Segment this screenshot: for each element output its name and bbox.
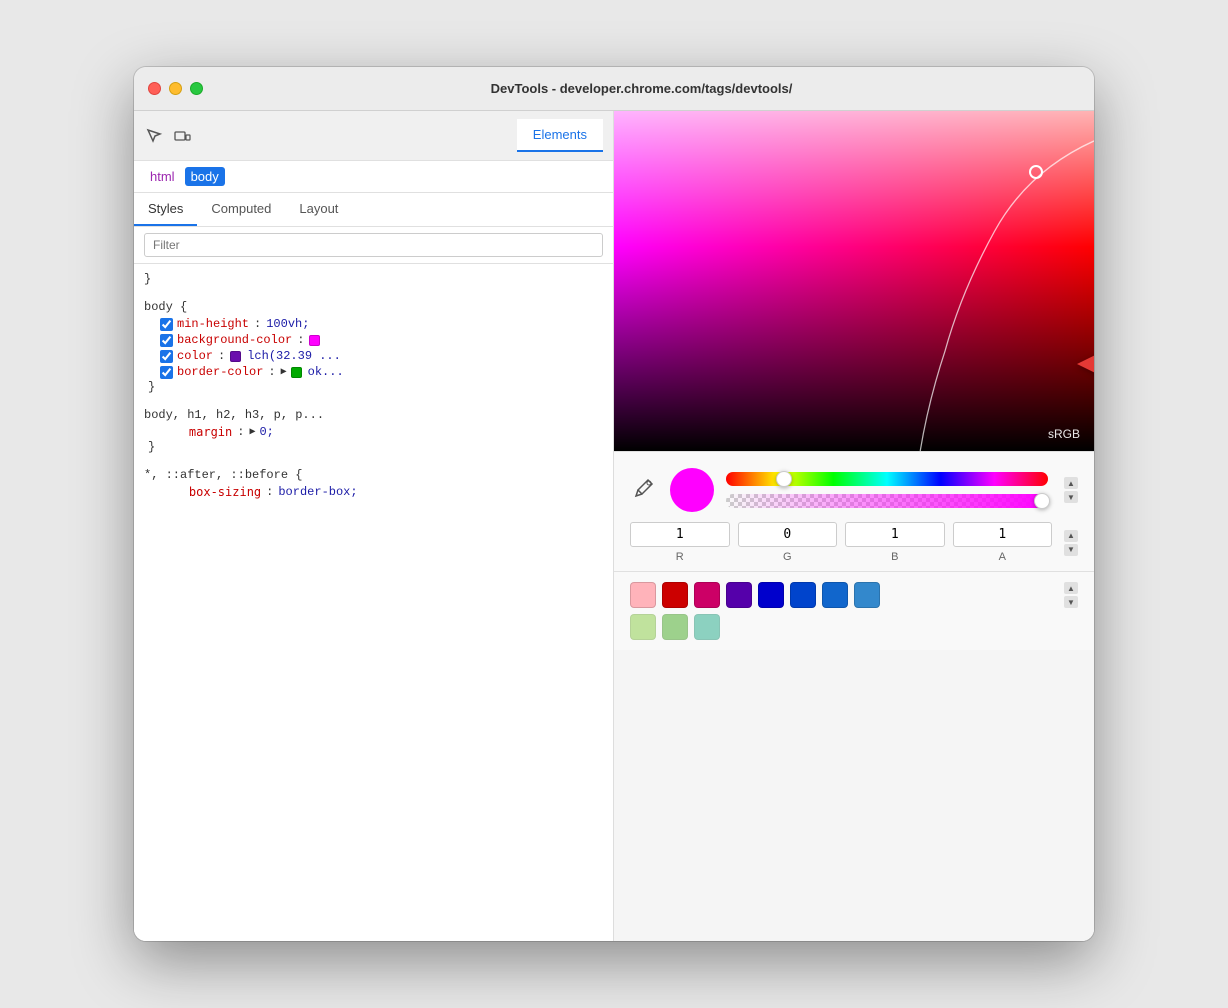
tab-computed[interactable]: Computed — [197, 193, 285, 226]
swatches-row: ▲ ▼ — [630, 582, 1078, 608]
swatch-row2-2[interactable] — [694, 614, 720, 640]
devtools-toolbar: Elements — [134, 111, 613, 161]
traffic-lights — [148, 82, 203, 95]
css-rule-headings-close: } — [144, 440, 603, 454]
left-panel: Elements html body Styles Computed Layou… — [134, 111, 614, 941]
hue-slider[interactable] — [726, 472, 1048, 486]
breadcrumb-html[interactable]: html — [144, 167, 181, 186]
alpha-slider-thumb[interactable] — [1034, 493, 1050, 509]
swatch-5[interactable] — [790, 582, 816, 608]
color-inputs-row: R G B A ▲ ▼ — [630, 522, 1078, 563]
swatch-row2-0[interactable] — [630, 614, 656, 640]
breadcrumb: html body — [134, 161, 613, 193]
devtools-body: Elements html body Styles Computed Layou… — [134, 111, 1094, 941]
css-property-box-sizing: box-sizing : border-box; — [144, 484, 603, 500]
css-property-min-height: min-height : 100vh; — [144, 316, 603, 332]
color-picker-panel: sRGB — [614, 111, 1094, 941]
color-swatches-section: ▲ ▼ — [614, 571, 1094, 650]
fullscreen-button[interactable] — [190, 82, 203, 95]
hue-slider-thumb[interactable] — [776, 471, 792, 487]
slider-spin-buttons: ▲ ▼ — [1064, 477, 1078, 503]
spectrum-gradient-overlay — [614, 111, 1094, 451]
eyedropper-button[interactable] — [630, 474, 658, 507]
color-spectrum[interactable]: sRGB — [614, 111, 1094, 451]
color-picker-main-row: ▲ ▼ — [630, 468, 1078, 512]
swatch-1[interactable] — [662, 582, 688, 608]
css-rule-body: body { min-height : 100vh; background-co… — [144, 300, 603, 394]
swatches-spin-buttons: ▲ ▼ — [1064, 582, 1078, 608]
css-rule-closing-brace: } — [144, 272, 603, 286]
css-rule-body-headings: body, h1, h2, h3, p, p... margin : ▶ 0; … — [144, 408, 603, 454]
color-swatch-text[interactable] — [230, 351, 241, 362]
device-toggle-icon[interactable] — [172, 126, 192, 146]
alpha-slider[interactable] — [726, 494, 1048, 508]
minimize-button[interactable] — [169, 82, 182, 95]
spectrum-cursor[interactable] — [1029, 165, 1043, 179]
srgb-label: sRGB — [1048, 427, 1080, 441]
swatch-6[interactable] — [822, 582, 848, 608]
channel-g-label: G — [783, 551, 792, 563]
channel-a-input[interactable] — [953, 522, 1053, 547]
css-selector-body: body { — [144, 300, 603, 314]
slider-spin-up[interactable]: ▲ — [1064, 477, 1078, 489]
titlebar: DevTools - developer.chrome.com/tags/dev… — [134, 67, 1094, 111]
devtools-window: DevTools - developer.chrome.com/tags/dev… — [134, 67, 1094, 941]
slider-spin-down[interactable]: ▼ — [1064, 491, 1078, 503]
tab-elements[interactable]: Elements — [517, 119, 603, 152]
swatch-row2-1[interactable] — [662, 614, 688, 640]
css-checkbox-bg-color[interactable] — [160, 334, 173, 347]
styles-tabs: Styles Computed Layout — [134, 193, 613, 227]
color-preview-circle — [670, 468, 714, 512]
css-rule-body-close: } — [144, 380, 603, 394]
channel-b-label: B — [891, 551, 898, 563]
color-swatch-bg[interactable] — [309, 335, 320, 346]
swatches-spin-up[interactable]: ▲ — [1064, 582, 1078, 594]
css-property-color: color : lch(32.39 ... — [144, 348, 603, 364]
channel-b-group: B — [845, 522, 945, 563]
channel-a-group: A — [953, 522, 1053, 563]
channel-r-input[interactable] — [630, 522, 730, 547]
css-selector-headings: body, h1, h2, h3, p, p... — [144, 408, 603, 422]
color-swatch-border[interactable] — [291, 367, 302, 378]
css-property-border-color: border-color : ▶ ok... — [144, 364, 603, 380]
sliders-container — [726, 472, 1048, 508]
window-title: DevTools - developer.chrome.com/tags/dev… — [203, 81, 1080, 96]
channel-g-input[interactable] — [738, 522, 838, 547]
swatch-3[interactable] — [726, 582, 752, 608]
tab-layout[interactable]: Layout — [285, 193, 352, 226]
css-checkbox-color[interactable] — [160, 350, 173, 363]
channel-a-label: A — [999, 551, 1006, 563]
swatch-7[interactable] — [854, 582, 880, 608]
inspect-element-icon[interactable] — [144, 126, 164, 146]
color-picker-controls: ▲ ▼ R G B — [614, 451, 1094, 571]
css-checkbox-border-color[interactable] — [160, 366, 173, 379]
filter-bar — [134, 227, 613, 264]
swatch-0[interactable] — [630, 582, 656, 608]
channel-spin-down[interactable]: ▼ — [1064, 544, 1078, 556]
swatch-2[interactable] — [694, 582, 720, 608]
css-rules-panel: } body { min-height : 100vh; — [134, 264, 613, 941]
red-arrow-indicator — [1077, 342, 1094, 386]
swatches-spin-down[interactable]: ▼ — [1064, 596, 1078, 608]
swatches-row-2 — [630, 614, 1078, 640]
css-selector-universal: *, ::after, ::before { — [144, 468, 603, 482]
channel-b-input[interactable] — [845, 522, 945, 547]
channel-r-group: R — [630, 522, 730, 563]
breadcrumb-body[interactable]: body — [185, 167, 225, 186]
alpha-slider-overlay — [726, 494, 1048, 508]
channel-spin-up[interactable]: ▲ — [1064, 530, 1078, 542]
tab-styles[interactable]: Styles — [134, 193, 197, 226]
channel-spin-buttons: ▲ ▼ — [1064, 530, 1078, 556]
css-property-background-color: background-color : — [144, 332, 603, 348]
channel-g-group: G — [738, 522, 838, 563]
swatch-4[interactable] — [758, 582, 784, 608]
css-rule-universal: *, ::after, ::before { box-sizing : bord… — [144, 468, 603, 500]
channel-r-label: R — [676, 551, 684, 563]
close-button[interactable] — [148, 82, 161, 95]
filter-input[interactable] — [144, 233, 603, 257]
css-property-margin: margin : ▶ 0; — [144, 424, 603, 440]
css-checkbox-min-height[interactable] — [160, 318, 173, 331]
